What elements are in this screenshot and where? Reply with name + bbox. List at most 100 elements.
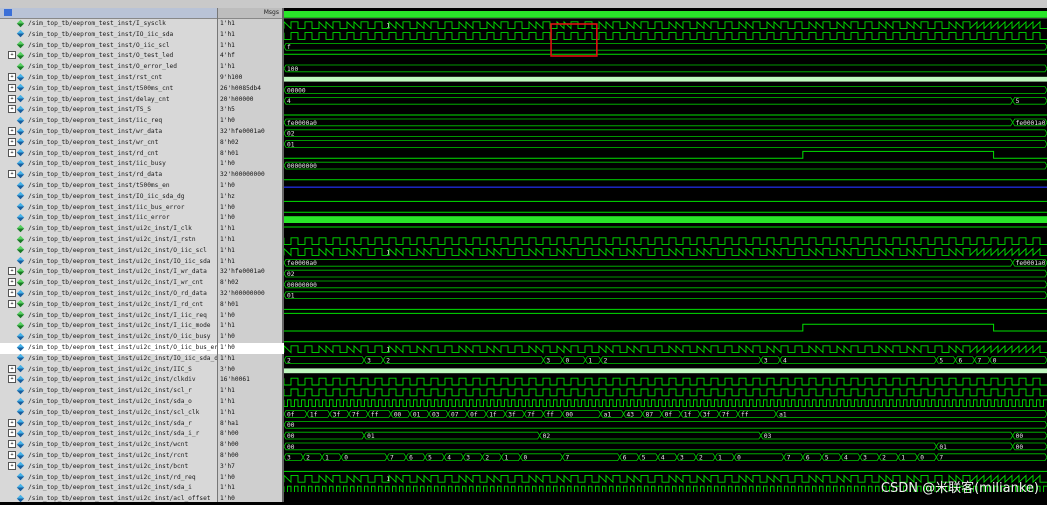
signal-name: /sim_top_tb/eeprom_test_inst/t500ms_cnt [28,84,174,92]
signal-value-pane[interactable]: Msgs 1'h1 1'h1 1'h1 4'hf 1'h1 9'h100 26'h0085d… [218,8,284,502]
signal-name: /sim_top_tb/eeprom_test_inst/ui2c_inst/I… [28,279,204,287]
expand-icon[interactable]: + [8,267,16,276]
signal-name-row[interactable]: + /sim_top_tb/eeprom_test_inst/O_test_led [0,51,217,62]
bus-value-label: 4 [447,455,451,462]
signal-name-row[interactable]: /sim_top_tb/eeprom_test_inst/ui2c_inst/I… [0,354,217,365]
signal-name-row[interactable]: /sim_top_tb/eeprom_test_inst/IO_iic_sda [0,30,217,41]
bus-segment [989,356,1047,364]
bus-segment [284,259,1014,267]
signal-name-row[interactable]: /sim_top_tb/eeprom_test_inst/ui2c_inst/a… [0,494,217,505]
signal-name-row[interactable]: /sim_top_tb/eeprom_test_inst/ui2c_inst/r… [0,472,217,484]
signal-name-row[interactable]: /sim_top_tb/eeprom_test_inst/iic_busy [0,159,217,170]
expand-icon[interactable]: + [8,461,16,470]
expand-icon[interactable]: + [8,170,16,179]
bus-value-label: 2 [699,455,703,462]
signal-name-row[interactable]: + /sim_top_tb/eeprom_test_inst/ui2c_inst/… [0,440,217,451]
signal-icon [16,472,25,481]
bus-value-label: 100 [287,66,298,73]
expand-icon[interactable]: + [8,429,16,438]
expand-icon[interactable]: + [8,289,16,297]
waveform-canvas[interactable]: 1f100000004 5fe0000a0 fe0001a0020100000000… [284,8,1047,492]
signal-name-row[interactable]: + /sim_top_tb/eeprom_test_inst/ui2c_inst/… [0,451,217,462]
expand-icon[interactable]: + [8,440,16,449]
signal-name-row[interactable]: /sim_top_tb/eeprom_test_inst/I_sysclk [0,19,217,30]
expand-icon[interactable]: + [8,83,16,92]
waveform-row: 00 01 00 [284,442,1047,451]
signal-name-row[interactable]: + /sim_top_tb/eeprom_test_inst/ui2c_inst/… [0,299,217,311]
signal-name-row[interactable]: /sim_top_tb/eeprom_test_inst/ui2c_inst/s… [0,386,217,397]
bus-value-label: 00000 [287,87,306,94]
signal-name: /sim_top_tb/eeprom_test_inst/ui2c_inst/O… [28,333,211,341]
expand-icon[interactable]: + [8,364,16,373]
signal-icon [16,73,25,81]
signal-name-row[interactable]: + /sim_top_tb/eeprom_test_inst/ui2c_inst/… [0,278,217,289]
expand-icon[interactable]: + [8,375,16,384]
signal-name: /sim_top_tb/eeprom_test_inst/IO_iic_sda_… [28,192,185,200]
signal-name-row[interactable]: /sim_top_tb/eeprom_test_inst/ui2c_inst/I… [0,321,217,332]
signal-name-row[interactable]: + /sim_top_tb/eeprom_test_inst/ui2c_inst/… [0,375,217,386]
expand-icon[interactable]: + [8,451,16,459]
signal-name-row[interactable]: /sim_top_tb/eeprom_test_inst/ui2c_inst/I… [0,224,217,235]
signal-value: 16'h0061 [220,376,250,384]
signal-name-row[interactable]: /sim_top_tb/eeprom_test_inst/ui2c_inst/s… [0,483,217,494]
signal-name-row[interactable]: /sim_top_tb/eeprom_test_inst/iic_req [0,116,217,127]
signal-name: /sim_top_tb/eeprom_test_inst/t500ms_en [28,182,170,189]
signal-value: 8'h01 [220,149,239,157]
signal-name-row[interactable]: /sim_top_tb/eeprom_test_inst/ui2c_inst/I… [0,235,217,246]
bus-segment [284,129,1047,137]
signal-name-row[interactable]: /sim_top_tb/eeprom_test_inst/IO_iic_sda_… [0,192,217,203]
signal-name-pane[interactable]: /sim_top_tb/eeprom_test_inst/I_sysclk/si… [0,8,218,502]
signal-name-row[interactable]: + /sim_top_tb/eeprom_test_inst/ui2c_inst/… [0,429,217,440]
signal-name-row[interactable]: /sim_top_tb/eeprom_test_inst/ui2c_inst/O… [0,246,217,257]
expand-icon[interactable]: + [8,418,16,427]
expand-icon[interactable]: + [8,299,16,308]
signal-name-row[interactable]: /sim_top_tb/eeprom_test_inst/ui2c_inst/O… [0,332,217,343]
signal-name-row[interactable]: + /sim_top_tb/eeprom_test_inst/ui2c_inst/… [0,267,217,278]
expand-icon[interactable]: + [8,51,16,60]
signal-value: 32'hfe0001a0 [220,268,265,276]
signal-name-row[interactable]: /sim_top_tb/eeprom_test_inst/O_iic_scl [0,40,217,52]
signal-name-row[interactable]: /sim_top_tb/eeprom_test_inst/O_error_led [0,62,217,73]
signal-name-row[interactable]: + /sim_top_tb/eeprom_test_inst/TS_S [0,105,217,116]
signal-name-row[interactable]: + /sim_top_tb/eeprom_test_inst/ui2c_inst/… [0,289,217,300]
bus-value-label: 1 [588,357,592,364]
bus-value-label: 3 [680,455,684,462]
bus-value-label: 1 [386,476,390,483]
expand-icon[interactable]: + [8,137,16,146]
signal-name-row[interactable]: /sim_top_tb/eeprom_test_inst/ui2c_inst/I… [0,310,217,322]
signal-name-row[interactable]: /sim_top_tb/eeprom_test_inst/ui2c_inst/s… [0,397,217,408]
signal-name-row[interactable]: + /sim_top_tb/eeprom_test_inst/t500ms_cnt [0,83,217,95]
bus-segment [284,118,1014,127]
signal-name-row[interactable]: /sim_top_tb/eeprom_test_inst/ui2c_inst/s… [0,408,217,419]
signal-name: /sim_top_tb/eeprom_test_inst/rst_cnt [28,74,163,81]
waveform-pane[interactable]: 1 f 100 00000 4 5 fe0000a0 fe0001a0 02 01 00000000… [284,8,1047,502]
waveform-row: f [284,43,1047,51]
signal-name: /sim_top_tb/eeprom_test_inst/ui2c_inst/w… [28,441,189,449]
expand-icon[interactable]: + [8,278,16,287]
signal-name-row[interactable]: + /sim_top_tb/eeprom_test_inst/rd_cnt [0,148,217,160]
input-signal-icon [16,40,25,49]
signal-value: 9'h100 [220,74,243,81]
signal-value: 32'h00000000 [220,290,265,297]
bus-value-label: fe0001a0 [1016,260,1046,267]
expand-icon[interactable]: + [8,73,16,81]
signal-name-row[interactable]: /sim_top_tb/eeprom_test_inst/ui2c_inst/O… [0,343,217,354]
signal-name-row[interactable]: + /sim_top_tb/eeprom_test_inst/wr_data [0,127,217,138]
signal-name-row[interactable]: + /sim_top_tb/eeprom_test_inst/wr_cnt [0,137,217,149]
signal-name-row[interactable]: + /sim_top_tb/eeprom_test_inst/delay_cnt [0,94,217,106]
signal-name-row[interactable]: /sim_top_tb/eeprom_test_inst/iic_bus_err… [0,202,217,214]
signal-name-row[interactable]: + /sim_top_tb/eeprom_test_inst/rst_cnt [0,73,217,84]
signal-name-row[interactable]: /sim_top_tb/eeprom_test_inst/t500ms_en [0,181,217,192]
signal-name-row[interactable]: + /sim_top_tb/eeprom_test_inst/rd_data [0,170,217,181]
signal-name-row[interactable]: + /sim_top_tb/eeprom_test_inst/ui2c_inst/… [0,364,217,376]
signal-icon [16,354,25,362]
signal-name-row[interactable]: /sim_top_tb/eeprom_test_inst/iic_error [0,213,217,224]
signal-name-row[interactable]: /sim_top_tb/eeprom_test_inst/ui2c_inst/I… [0,256,217,268]
expand-icon[interactable]: + [8,105,16,114]
bus-value-label: 00000000 [287,163,317,170]
expand-icon[interactable]: + [8,127,16,135]
signal-name-row[interactable]: + /sim_top_tb/eeprom_test_inst/ui2c_inst/… [0,461,217,473]
expand-icon[interactable]: + [8,148,16,157]
expand-icon[interactable]: + [8,94,16,103]
signal-name-row[interactable]: + /sim_top_tb/eeprom_test_inst/ui2c_inst/… [0,418,217,430]
